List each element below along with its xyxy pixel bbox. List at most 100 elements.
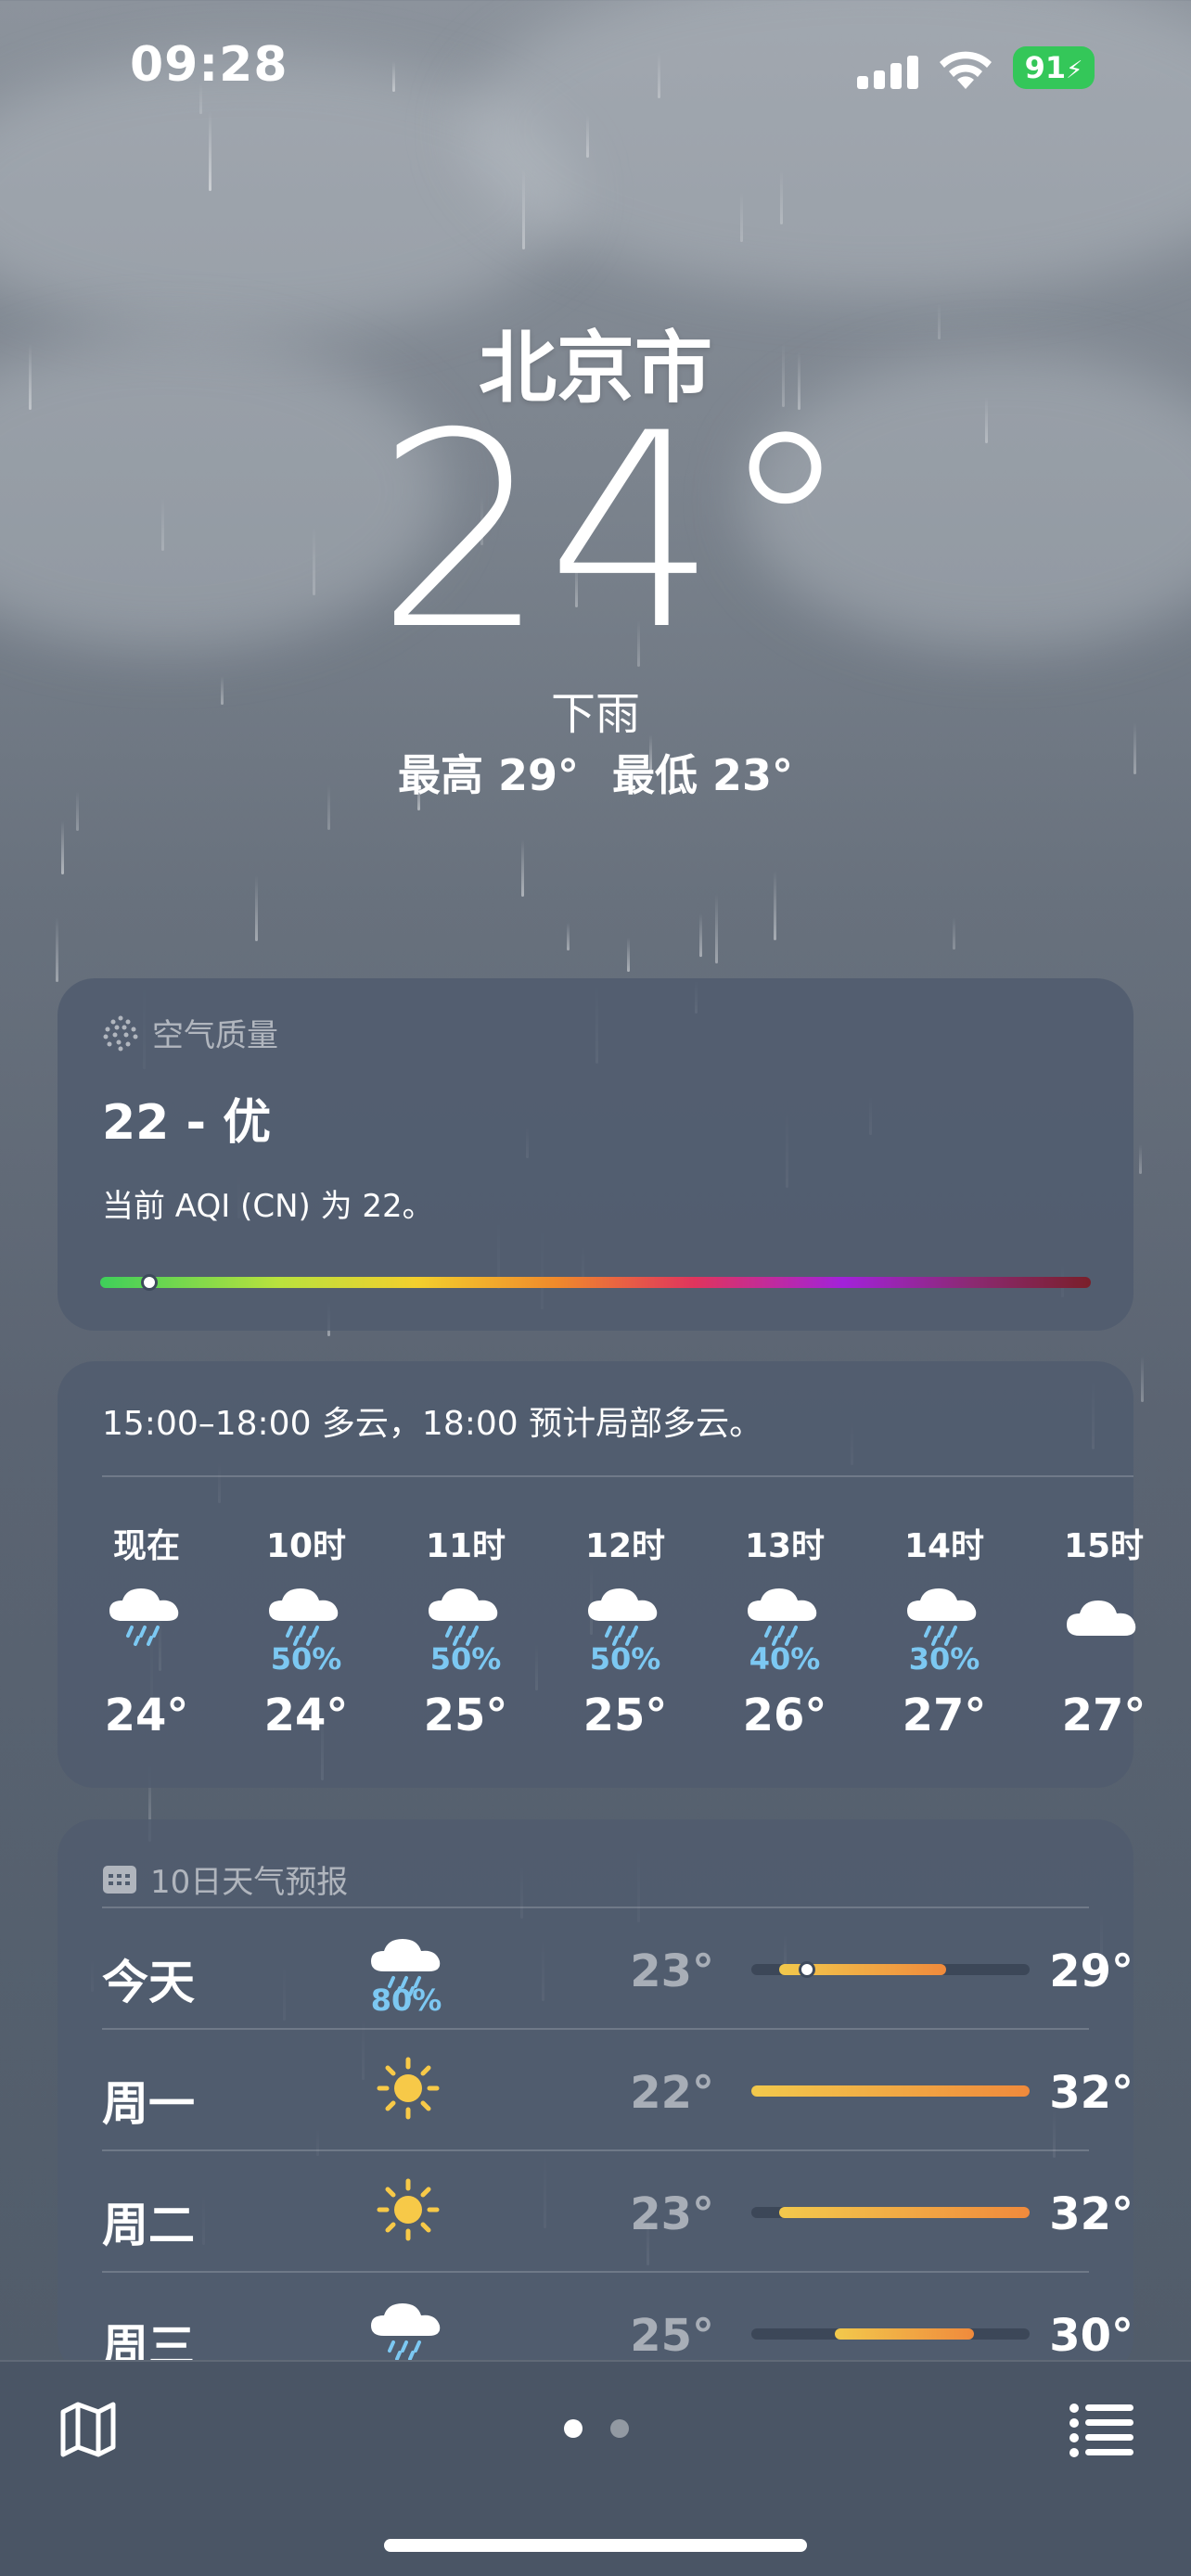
hour-label: 现在 bbox=[112, 1527, 180, 1565]
charging-bolt-icon: ⚡ bbox=[1066, 57, 1083, 84]
page-dot-active[interactable] bbox=[564, 2419, 583, 2438]
day-icon-wrap bbox=[362, 2177, 455, 2241]
rain-streak bbox=[740, 192, 743, 242]
day-low: 23° bbox=[630, 2188, 714, 2240]
day-precipitation: 80% bbox=[370, 1983, 442, 2018]
day-name: 周二 bbox=[102, 2199, 195, 2252]
high-low-temperature: 最高 29° 最低 23° bbox=[0, 742, 1191, 803]
day-high: 29° bbox=[1049, 1945, 1133, 1997]
hourly-item: 现在 24° bbox=[91, 1519, 202, 1741]
daily-forecast-header: 10日天气预报 bbox=[102, 1819, 1089, 1908]
hour-icon-wrap bbox=[729, 1584, 840, 1649]
hour-icon-wrap bbox=[1048, 1584, 1159, 1649]
high-temperature: 最高 29° bbox=[397, 750, 579, 800]
hourly-forecast-card[interactable]: 15:00–18:00 多云，18:00 预计局部多云。 现在 24° 10时 50%… bbox=[58, 1361, 1146, 1788]
hourly-summary: 15:00–18:00 多云，18:00 预计局部多云。 bbox=[102, 1361, 1133, 1477]
rain-cloud-icon bbox=[109, 1588, 179, 1646]
rain-streak bbox=[1139, 1144, 1142, 1174]
day-icon-wrap bbox=[362, 2299, 455, 2361]
hour-icon-wrap bbox=[889, 1584, 1000, 1649]
daily-forecast-title: 10日天气预报 bbox=[150, 1863, 349, 1901]
day-name: 今天 bbox=[102, 1956, 195, 2009]
aqi-value: 22 - 优 bbox=[102, 1095, 272, 1151]
daily-forecast-card[interactable]: 10日天气预报 今天 80% 23° 29° 周一 22° 32° 周二 23° 32° 周三 25°… bbox=[58, 1819, 1133, 2376]
air-quality-title: 空气质量 bbox=[152, 1017, 278, 1054]
daily-row[interactable]: 今天 80% 23° 29° bbox=[102, 1908, 1133, 2030]
rain-streak bbox=[61, 821, 64, 874]
current-temperature-marker bbox=[799, 1961, 815, 1978]
rain-cloud-icon bbox=[748, 1588, 817, 1646]
temperature-range-track bbox=[751, 2207, 1030, 2218]
air-quality-icon bbox=[103, 1015, 138, 1051]
daily-list: 今天 80% 23° 29° 周一 22° 32° 周二 23° 32° 周三 25° 30° bbox=[102, 1908, 1133, 2376]
rain-streak bbox=[521, 839, 524, 897]
rain-cloud-icon bbox=[429, 1588, 498, 1646]
day-high: 32° bbox=[1049, 2067, 1133, 2119]
rain-streak bbox=[699, 913, 702, 957]
sun-icon bbox=[377, 2057, 440, 2120]
rain-cloud-icon bbox=[588, 1588, 658, 1646]
temperature-range-track bbox=[751, 2085, 1030, 2097]
hour-temperature: 27° bbox=[902, 1690, 987, 1741]
current-condition: 下雨 bbox=[550, 688, 640, 740]
sun-icon bbox=[377, 2178, 440, 2241]
hour-label: 11时 bbox=[425, 1527, 506, 1565]
hourly-list[interactable]: 现在 24° 10时 50% 24° 11时 50% 25° 12时 50% 25° 13时 40% 26… bbox=[102, 1519, 1146, 1769]
hour-temperature: 25° bbox=[583, 1690, 668, 1741]
hour-icon-wrap bbox=[250, 1584, 362, 1649]
rain-streak bbox=[567, 923, 570, 950]
hour-label: 10时 bbox=[265, 1527, 347, 1565]
wifi-icon bbox=[940, 51, 992, 89]
day-high: 32° bbox=[1049, 2188, 1133, 2240]
rain-cloud-icon bbox=[907, 1588, 977, 1646]
page-dot[interactable] bbox=[610, 2419, 629, 2438]
rain-streak bbox=[780, 170, 783, 224]
day-low: 22° bbox=[630, 2067, 714, 2119]
day-name: 周一 bbox=[102, 2077, 195, 2131]
hour-temperature: 24° bbox=[263, 1690, 349, 1741]
temperature-range-fill bbox=[779, 2207, 1030, 2218]
page-indicator[interactable] bbox=[557, 2419, 640, 2442]
cloud-icon bbox=[1067, 1600, 1136, 1636]
hour-icon-wrap bbox=[570, 1584, 681, 1649]
hour-icon-wrap bbox=[91, 1584, 202, 1649]
battery-level: 91 bbox=[1024, 50, 1067, 85]
battery-indicator: 91⚡ bbox=[1013, 46, 1095, 89]
temperature-range-track bbox=[751, 2328, 1030, 2340]
hour-temperature: 25° bbox=[423, 1690, 508, 1741]
aqi-description: 当前 AQI (CN) 为 22。 bbox=[102, 1188, 434, 1225]
daily-row[interactable]: 周二 23° 32° bbox=[102, 2151, 1133, 2273]
rain-cloud-icon bbox=[371, 2303, 441, 2361]
day-low: 23° bbox=[630, 1945, 714, 1997]
hour-temperature: 24° bbox=[104, 1690, 189, 1741]
hourly-item: 11时 50% 25° bbox=[410, 1519, 521, 1741]
temperature-range-track bbox=[751, 1961, 1030, 1978]
list-icon[interactable] bbox=[1069, 2399, 1135, 2458]
hour-temperature: 26° bbox=[742, 1690, 827, 1741]
day-icon-wrap bbox=[362, 2056, 455, 2120]
rain-cloud-icon bbox=[269, 1588, 339, 1646]
map-icon[interactable] bbox=[56, 2399, 121, 2458]
temperature-range-fill bbox=[751, 2085, 1030, 2097]
air-quality-header: 空气质量 bbox=[102, 1010, 1089, 1055]
current-temperature: 24° bbox=[375, 376, 852, 689]
day-icon-wrap bbox=[362, 1934, 455, 1996]
rain-streak bbox=[774, 871, 776, 940]
hour-label: 15时 bbox=[1063, 1527, 1145, 1565]
hour-label: 13时 bbox=[744, 1527, 826, 1565]
hour-temperature: 27° bbox=[1061, 1690, 1146, 1741]
hourly-item: 10时 50% 24° bbox=[250, 1519, 362, 1741]
rain-streak bbox=[522, 168, 525, 249]
home-indicator[interactable] bbox=[384, 2539, 807, 2552]
status-time: 09:28 bbox=[130, 37, 288, 93]
hour-label: 12时 bbox=[584, 1527, 666, 1565]
hour-icon-wrap bbox=[410, 1584, 521, 1649]
hour-label: 14时 bbox=[903, 1527, 985, 1565]
low-temperature: 最低 23° bbox=[612, 750, 794, 800]
rain-streak bbox=[56, 917, 58, 982]
hourly-item: 14时 30% 27° bbox=[889, 1519, 1000, 1741]
rain-streak bbox=[255, 875, 258, 941]
cellular-signal-icon bbox=[857, 56, 922, 89]
rain-streak bbox=[1141, 1356, 1144, 1402]
daily-row[interactable]: 周一 22° 32° bbox=[102, 2030, 1133, 2151]
